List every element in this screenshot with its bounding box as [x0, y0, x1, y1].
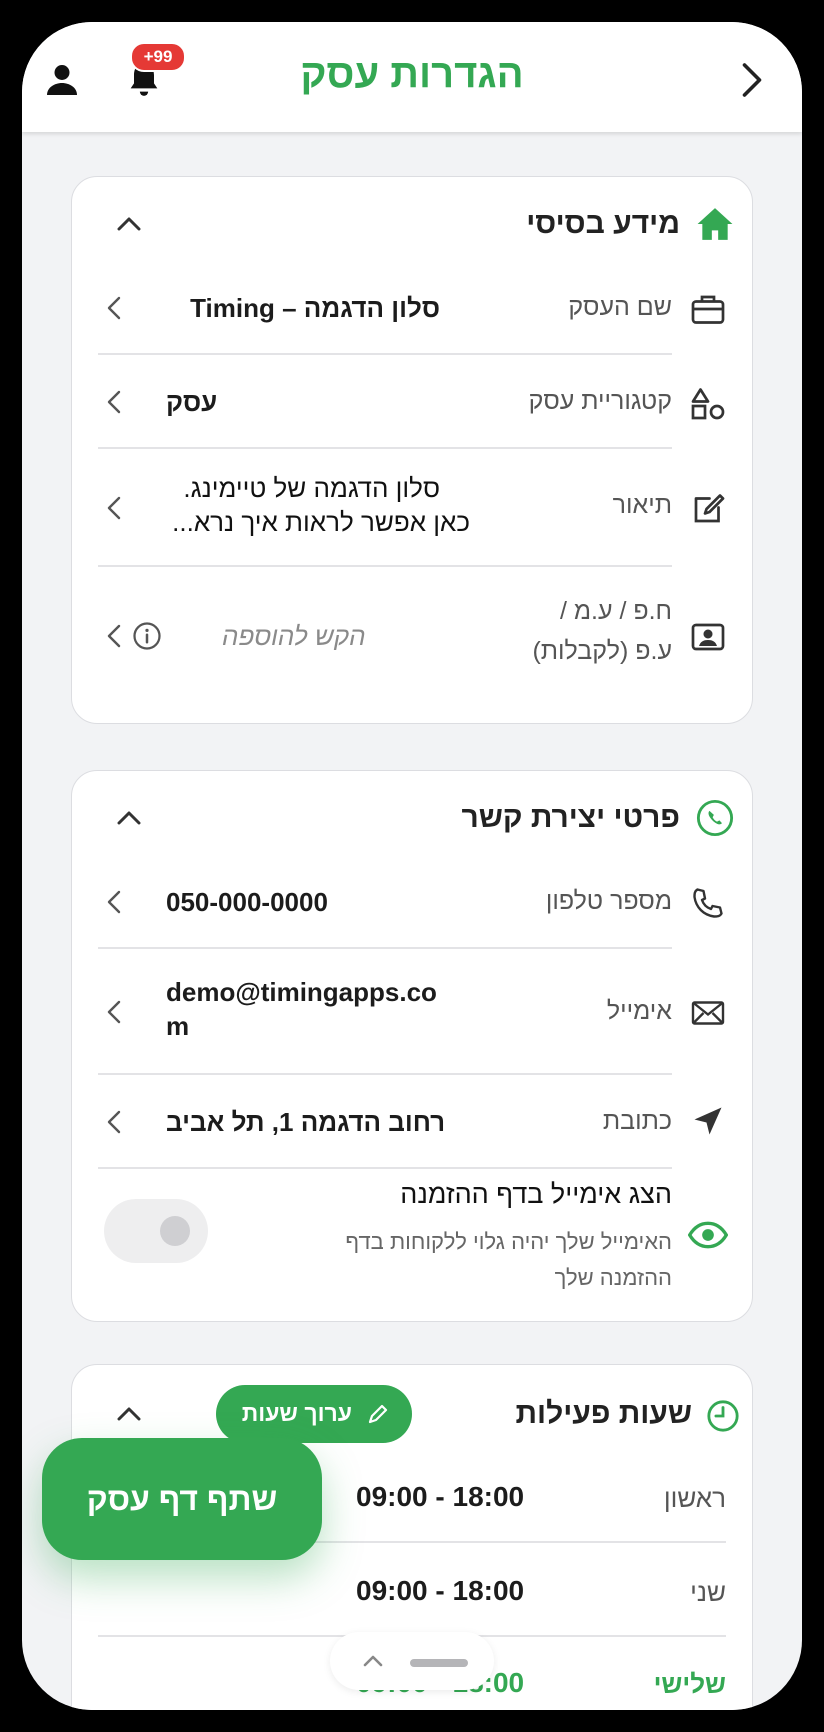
chevron-up-icon[interactable] [116, 807, 142, 827]
row-value: 050-000-0000 [166, 887, 328, 917]
row-label: קטגוריית עסק [528, 387, 672, 415]
row-value-line2: m [166, 1011, 190, 1041]
chevron-up-icon [363, 1655, 383, 1667]
eye-icon [688, 1221, 728, 1249]
description-row[interactable]: תיאור סלון הדגמה של טיימינג. כאן אפשר לר… [98, 449, 725, 567]
address-row[interactable]: כתובת רחוב הדגמה 1, תל אביב [98, 1075, 722, 1169]
toggle-desc-line1: האימייל שלך יהיה גלוי ללקוחות בדף [345, 1229, 672, 1254]
back-chevron-icon[interactable] [734, 62, 770, 98]
chevron-up-icon[interactable] [116, 1403, 142, 1423]
day-label: ראשון [663, 1483, 726, 1513]
row-label: אימייל [606, 997, 672, 1025]
phone-icon [696, 799, 734, 837]
row-value-line1: סלון הדגמה של טיימינג. [183, 473, 440, 503]
section-title: מידע בסיסי [526, 207, 680, 240]
clock-icon [707, 1400, 739, 1432]
edit-icon [694, 494, 725, 523]
business-name-row[interactable]: שם העסק סלון הדגמה – Timing [98, 261, 725, 355]
business-category-row[interactable]: קטגוריית עסק עסק [98, 355, 725, 449]
edit-hours-label: ערוך שעות [241, 1400, 352, 1426]
toggle-desc-line2: ההזמנה שלך [554, 1265, 672, 1290]
chevron-left-icon[interactable] [106, 295, 122, 321]
section-title: שעות פעילות [515, 1397, 692, 1430]
basic-info-card: מידע בסיסי שם העסק סלון הדגמה – Timing ק… [71, 176, 753, 724]
day-label: שני [690, 1577, 726, 1607]
chevron-up-icon[interactable] [116, 213, 142, 233]
chevron-left-icon[interactable] [106, 389, 122, 415]
section-title: פרטי יצירת קשר [461, 801, 680, 834]
briefcase-icon [691, 295, 725, 324]
phone-icon [693, 888, 723, 918]
toggle-title: הצג אימייל בדף ההזמנה [400, 1179, 672, 1209]
row-value-line2: כאן אפשר לראות איך נרא... [172, 507, 470, 537]
chevron-left-icon[interactable] [106, 1109, 122, 1135]
day-time: 09:00 - 18:00 [356, 1575, 525, 1606]
row-label: שם העסק [568, 293, 672, 321]
pencil-icon [368, 1404, 388, 1424]
edit-hours-button[interactable]: ערוך שעות [216, 1385, 412, 1443]
day-label: שלישי [653, 1669, 726, 1699]
chevron-left-icon[interactable] [106, 495, 122, 521]
phone-row[interactable]: מספר טלפון 050-000-0000 [98, 855, 723, 949]
handle-bar [410, 1659, 468, 1667]
row-value: רחוב הדגמה 1, תל אביב [166, 1107, 446, 1137]
home-icon [697, 208, 733, 240]
tax-id-placeholder: הקש להוספה [222, 621, 366, 651]
row-label-line1: ח.פ / ע.מ / [559, 597, 672, 625]
chevron-left-icon[interactable] [106, 999, 122, 1025]
row-label: תיאור [612, 491, 672, 519]
row-value-line1: demo@timingapps.co [166, 977, 437, 1007]
row-value: עסק [166, 387, 218, 417]
row-value: סלון הדגמה – Timing [190, 293, 440, 323]
screen: +99 הגדרות עסק מידע בסיסי שם העסק סלון ה… [22, 22, 802, 1710]
show-email-toggle-row: הצג אימייל בדף ההזמנה האימייל שלך יהיה ג… [98, 1169, 728, 1311]
phone-frame: +99 הגדרות עסק מידע בסיסי שם העסק סלון ה… [0, 0, 824, 1732]
toggle-knob [160, 1216, 190, 1246]
chevron-left-icon[interactable] [106, 623, 122, 649]
chevron-left-icon[interactable] [106, 889, 122, 915]
id-card-icon [691, 623, 725, 651]
row-label: מספר טלפון [545, 887, 672, 915]
app-header: +99 הגדרות עסק [22, 22, 802, 132]
contact-card: פרטי יצירת קשר מספר טלפון 050-000-0000 א… [71, 770, 753, 1322]
mail-icon [691, 1001, 725, 1025]
row-label-line2: ע.פ (לקבלות) [532, 637, 672, 665]
bottom-sheet-handle[interactable] [330, 1632, 494, 1690]
location-arrow-icon [694, 1107, 722, 1135]
share-business-page-button[interactable]: שתף דף עסק [42, 1438, 322, 1560]
show-email-toggle[interactable] [104, 1199, 208, 1263]
row-label: כתובת [602, 1107, 672, 1135]
shapes-icon [691, 388, 725, 420]
page-title: הגדרות עסק [300, 52, 524, 96]
email-row[interactable]: אימייל demo@timingapps.co m [98, 949, 725, 1075]
tax-id-row[interactable]: ח.פ / ע.מ / ע.פ (לקבלות) הקש להוספה [98, 567, 725, 703]
info-icon[interactable] [132, 621, 162, 651]
day-time: 09:00 - 18:00 [356, 1481, 525, 1512]
